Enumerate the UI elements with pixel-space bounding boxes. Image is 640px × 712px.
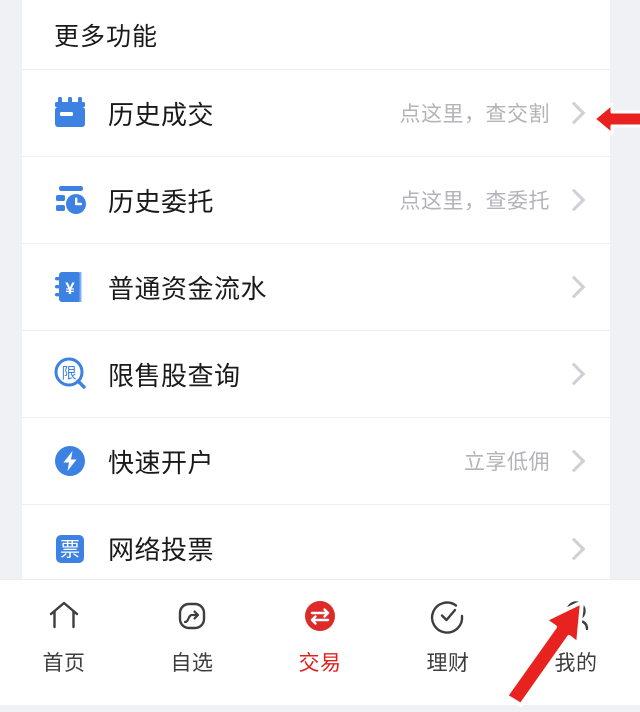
list-item-label: 历史委托 xyxy=(108,186,215,217)
list-item-label: 历史成交 xyxy=(108,99,215,130)
list-item-history-trades[interactable]: 历史成交 点这里，查交割 xyxy=(22,70,610,157)
card-header: 更多功能 xyxy=(22,0,610,70)
tab-label: 首页 xyxy=(42,652,86,675)
chevron-right-icon[interactable] xyxy=(564,539,584,559)
list-item-history-orders[interactable]: 历史委托 点这里，查委托 xyxy=(22,157,610,244)
lightning-icon xyxy=(50,441,90,481)
chevron-right-icon[interactable] xyxy=(564,190,584,210)
profile-icon xyxy=(554,594,598,638)
list-clock-icon xyxy=(50,180,90,220)
app-screen: 更多功能 历史成交 点这里，查交割 历史委托 点这里，查委托 ¥ 普通资金流水 … xyxy=(0,0,640,707)
calendar-icon xyxy=(50,93,90,133)
tab-label: 交易 xyxy=(298,652,342,675)
page-title: 更多功能 xyxy=(54,22,159,51)
list-item-fund-flow[interactable]: ¥ 普通资金流水 xyxy=(22,244,610,331)
tab-home[interactable]: 首页 xyxy=(0,580,128,705)
vote-icon: 票 xyxy=(50,529,90,569)
watchlist-icon xyxy=(170,594,214,638)
chevron-right-icon[interactable] xyxy=(564,103,584,123)
magnifier-xian-icon: 限 xyxy=(50,354,90,394)
tab-profile[interactable]: 我的 xyxy=(512,580,640,705)
list-item-label: 快速开户 xyxy=(108,447,215,478)
tab-trade[interactable]: 交易 xyxy=(256,580,384,705)
list-item-label: 网络投票 xyxy=(108,535,215,565)
svg-text:¥: ¥ xyxy=(65,279,75,298)
tab-label: 我的 xyxy=(554,652,598,675)
finance-icon xyxy=(426,594,470,638)
list-item-quick-account-open[interactable]: 快速开户 立享低佣 xyxy=(22,418,610,505)
tab-label: 理财 xyxy=(426,652,470,675)
tab-watchlist[interactable]: 自选 xyxy=(128,580,256,705)
chevron-right-icon[interactable] xyxy=(564,451,584,471)
list-item-restricted-shares-query[interactable]: 限 限售股查询 xyxy=(22,331,610,418)
trade-icon xyxy=(298,594,342,638)
chevron-right-icon[interactable] xyxy=(564,277,584,297)
tab-label: 自选 xyxy=(170,652,214,675)
list-item-hint: 立享低佣 xyxy=(464,451,550,474)
tab-finance[interactable]: 理财 xyxy=(384,580,512,705)
notebook-yuan-icon: ¥ xyxy=(50,267,90,307)
svg-text:限: 限 xyxy=(61,365,76,382)
list-item-label: 限售股查询 xyxy=(108,360,241,391)
chevron-right-icon[interactable] xyxy=(564,364,584,384)
more-functions-card: 更多功能 历史成交 点这里，查交割 历史委托 点这里，查委托 ¥ 普通资金流水 … xyxy=(22,0,610,592)
bottom-navigation-bar: 首页 自选 交易 理财 我的 xyxy=(0,579,640,705)
list-item-label: 普通资金流水 xyxy=(108,273,268,304)
home-icon xyxy=(42,594,86,638)
list-item-hint: 点这里，查交割 xyxy=(399,103,550,126)
svg-text:票: 票 xyxy=(60,539,80,561)
list-item-hint: 点这里，查委托 xyxy=(399,190,550,213)
